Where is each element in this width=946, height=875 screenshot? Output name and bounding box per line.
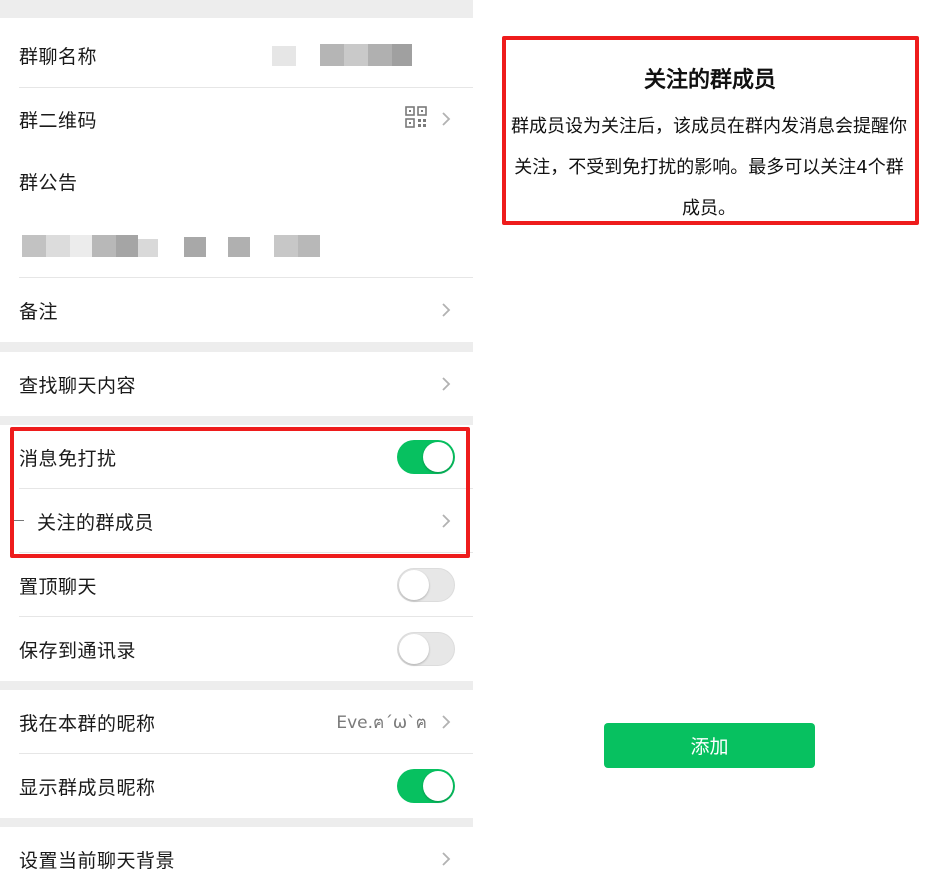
save-contacts-toggle[interactable] [397, 632, 455, 666]
intro-title: 关注的群成员 [643, 68, 776, 93]
group-settings-panel: 群聊名称 群二维码 群公告 备注 查找聊天内容 消息免打扰 关注的群成员 置顶聊… [0, 0, 473, 875]
my-nickname-label: 我在本群的昵称 [19, 712, 156, 735]
my-nickname-value: Eve.ฅ´ω`ฅ [336, 712, 427, 733]
announcement-label: 群公告 [19, 172, 78, 194]
group-name-row[interactable]: 群聊名称 [0, 23, 473, 87]
group-name-label: 群聊名称 [19, 45, 98, 68]
pin-chat-row: 置顶聊天 [0, 553, 473, 617]
highlight-box [10, 427, 470, 558]
chevron-right-icon [437, 850, 455, 868]
announcement-row[interactable]: 群公告 [0, 146, 473, 276]
remark-label: 备注 [19, 300, 59, 323]
remark-row[interactable]: 备注 [0, 278, 473, 342]
followed-members-intro-panel: 关注的群成员 群成员设为关注后，该成员在群内发消息会提醒你关注，不受到免打扰的影… [473, 0, 946, 875]
group-name-value-pixelated [272, 44, 412, 66]
chevron-right-icon [437, 375, 455, 393]
save-contacts-label: 保存到通讯录 [19, 639, 137, 662]
my-nickname-row[interactable]: 我在本群的昵称 Eve.ฅ´ω`ฅ [0, 690, 473, 754]
chat-background-row[interactable]: 设置当前聊天背景 [0, 827, 473, 875]
search-section: 查找聊天内容 [0, 352, 473, 416]
pin-chat-toggle[interactable] [397, 568, 455, 602]
chevron-right-icon [437, 713, 455, 731]
qr-code-icon [405, 106, 427, 132]
show-nicknames-toggle[interactable] [397, 769, 455, 803]
show-nicknames-label: 显示群成员昵称 [19, 776, 156, 799]
qr-code-row[interactable]: 群二维码 [0, 87, 473, 151]
add-button[interactable]: 添加 [604, 723, 815, 768]
qr-code-label: 群二维码 [19, 109, 98, 132]
search-chat-row[interactable]: 查找聊天内容 [0, 352, 473, 416]
background-section: 设置当前聊天背景 [0, 827, 473, 875]
chevron-right-icon [437, 110, 455, 128]
announcement-content-pixelated [22, 235, 322, 257]
chevron-right-icon [437, 301, 455, 319]
save-contacts-row: 保存到通讯录 [0, 617, 473, 681]
group-info-section: 群聊名称 群二维码 群公告 备注 [0, 18, 473, 342]
nickname-section: 我在本群的昵称 Eve.ฅ´ω`ฅ 显示群成员昵称 [0, 690, 473, 818]
intro-description: 群成员设为关注后，该成员在群内发消息会提醒你关注，不受到免打扰的影响。最多可以关… [511, 116, 907, 219]
show-nicknames-row: 显示群成员昵称 [0, 754, 473, 818]
pin-chat-label: 置顶聊天 [19, 575, 98, 598]
chat-background-label: 设置当前聊天背景 [19, 849, 176, 872]
search-chat-label: 查找聊天内容 [19, 374, 137, 397]
